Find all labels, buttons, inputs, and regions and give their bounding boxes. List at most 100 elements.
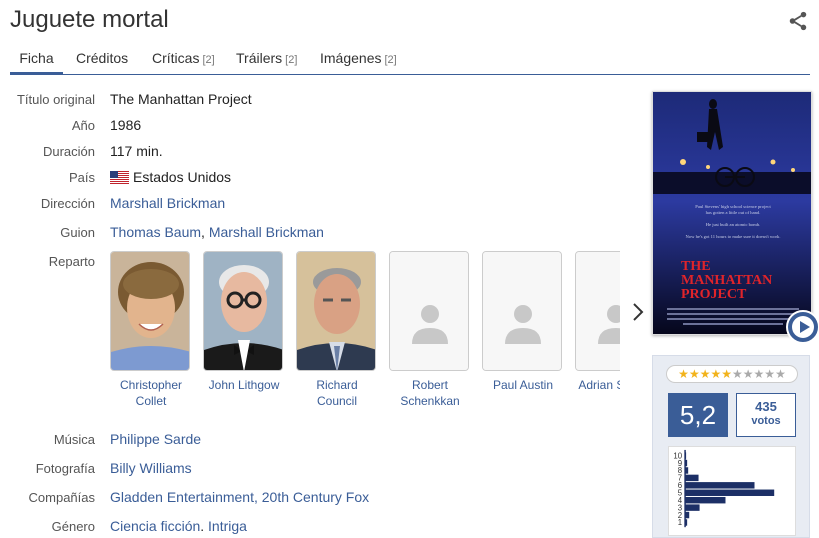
poster-tagline-3: He just built an atomic bomb.	[706, 222, 761, 227]
cast-member[interactable]: John Lithgow	[203, 251, 285, 393]
original-title-value: The Manhattan Project	[110, 91, 252, 107]
poster-tagline-2: has gotten a little out of hand.	[706, 210, 761, 215]
tab-criticas[interactable]: Críticas [2]	[152, 42, 215, 75]
tab-ficha[interactable]: Ficha	[10, 42, 63, 75]
movie-poster[interactable]: Paul Stevens' high school science projec…	[652, 91, 812, 335]
vote-count[interactable]: 435 votos	[736, 393, 796, 437]
cast-member[interactable]: Adrian Sparks	[575, 251, 620, 393]
star-icon[interactable]: ★	[710, 367, 721, 381]
cinematographer-link[interactable]: Billy Williams	[110, 460, 192, 476]
poster-tagline-4: Now he's got 11 hours to make sure it do…	[685, 234, 780, 239]
actor-name: John Lithgow	[208, 378, 280, 392]
histogram-bar	[685, 474, 699, 482]
duration-value: 117 min.	[110, 143, 163, 159]
actor-photo-placeholder	[389, 251, 469, 371]
cast-member[interactable]: Paul Austin	[482, 251, 564, 393]
histogram-bar	[685, 452, 687, 459]
poster-tagline-1: Paul Stevens' high school science projec…	[695, 204, 771, 209]
actor-photo-placeholder	[482, 251, 562, 371]
star-icon[interactable]: ★	[721, 367, 732, 381]
actor-photo	[203, 251, 283, 371]
star-icon[interactable]: ★	[764, 367, 775, 381]
user-rating-stars[interactable]: ★★★★★★★★★★	[666, 365, 798, 383]
actor-name: Richard Council	[316, 378, 358, 408]
histogram-bar	[685, 519, 688, 526]
screenplay-value: Thomas Baum, Marshall Brickman	[110, 224, 324, 240]
star-icon[interactable]: ★	[700, 367, 711, 381]
screenplay-label: Guion	[60, 225, 95, 240]
companies-value: Gladden Entertainment, 20th Century Fox	[110, 489, 369, 505]
cast-label: Reparto	[48, 254, 95, 269]
share-icon[interactable]	[787, 10, 809, 32]
histogram-bar	[685, 511, 690, 519]
tab-trailers[interactable]: Tráilers [2]	[236, 42, 297, 75]
duration-label: Duración	[42, 144, 95, 159]
star-icon[interactable]: ★	[732, 367, 743, 381]
play-trailer-icon[interactable]	[786, 310, 819, 344]
poster-title-2: MANHATTAN	[681, 273, 772, 288]
direction-label: Dirección	[40, 196, 95, 211]
tab-count: [2]	[285, 54, 298, 66]
composer-link[interactable]: Philippe Sarde	[110, 431, 201, 447]
photography-label: Fotografía	[35, 461, 95, 476]
vote-count-number: 435	[755, 399, 777, 414]
histogram-bar	[685, 482, 755, 489]
star-icon[interactable]: ★	[754, 367, 765, 381]
histogram-bar	[685, 467, 689, 474]
histogram-bar	[685, 496, 726, 504]
tab-label: Créditos	[76, 50, 129, 66]
cast-member[interactable]: Christopher Collet	[110, 251, 192, 409]
year-label: Año	[71, 118, 95, 133]
poster-title-1: THE	[681, 259, 711, 274]
tab-bar: Ficha Créditos Críticas [2] Tráilers [2] I…	[10, 42, 810, 75]
person-placeholder-icon	[483, 252, 561, 370]
genre-link[interactable]: Ciencia ficción	[110, 518, 200, 534]
tab-label: Críticas	[152, 50, 200, 66]
rating-histogram[interactable]: 10987654321	[668, 446, 796, 536]
person-placeholder-icon	[576, 252, 620, 370]
genre-link[interactable]: Intriga	[208, 518, 247, 534]
histogram-bar	[685, 489, 775, 496]
star-icon[interactable]: ★	[743, 367, 754, 381]
actor-name: Paul Austin	[492, 378, 554, 392]
actor-name: Adrian Sparks	[578, 378, 620, 392]
star-icon[interactable]: ★	[689, 367, 700, 381]
vote-count-label: votos	[751, 415, 781, 427]
histogram-bar	[685, 459, 688, 467]
tab-count: [2]	[202, 54, 215, 66]
page-title: Juguete mortal	[10, 6, 169, 33]
cast-carousel: Christopher Collet John Lithgow Richard …	[108, 251, 620, 411]
separator: .	[200, 518, 209, 534]
company-link[interactable]: Gladden Entertainment, 20th Century Fox	[110, 489, 369, 505]
companies-label: Compañías	[28, 490, 95, 505]
original-title-label: Título original	[16, 92, 95, 107]
tab-count: [2]	[384, 54, 397, 66]
screenwriter-link[interactable]: Marshall Brickman	[209, 224, 324, 240]
genre-label: Género	[51, 519, 95, 534]
chevron-right-icon[interactable]	[630, 300, 646, 324]
tab-label: Tráilers	[236, 50, 283, 66]
actor-photo	[110, 251, 190, 371]
cast-member[interactable]: Richard Council	[296, 251, 378, 409]
actor-photo	[296, 251, 376, 371]
cast-member[interactable]: Robert Schenkkan	[389, 251, 471, 409]
average-rating: 5,2	[668, 393, 728, 437]
star-icon[interactable]: ★	[678, 367, 689, 381]
genre-value: Ciencia ficción. Intriga	[110, 518, 247, 534]
actor-name: Robert Schenkkan	[400, 378, 460, 408]
country-label: País	[68, 170, 95, 185]
music-label: Música	[53, 432, 95, 447]
star-icon[interactable]: ★	[775, 367, 786, 381]
tab-creditos[interactable]: Créditos	[76, 42, 128, 75]
person-placeholder-icon	[390, 252, 468, 370]
histogram-bar	[685, 504, 700, 511]
tab-imagenes[interactable]: Imágenes [2]	[320, 42, 397, 75]
actor-photo-placeholder	[575, 251, 620, 371]
us-flag-icon	[110, 171, 129, 184]
screenwriter-link[interactable]: Thomas Baum	[110, 224, 201, 240]
poster-title-3: PROJECT	[681, 287, 747, 302]
director-link[interactable]: Marshall Brickman	[110, 195, 225, 211]
actor-name: Christopher Collet	[119, 378, 183, 408]
tab-label: Imágenes	[320, 50, 382, 66]
histogram-score-label: 1	[678, 518, 682, 527]
